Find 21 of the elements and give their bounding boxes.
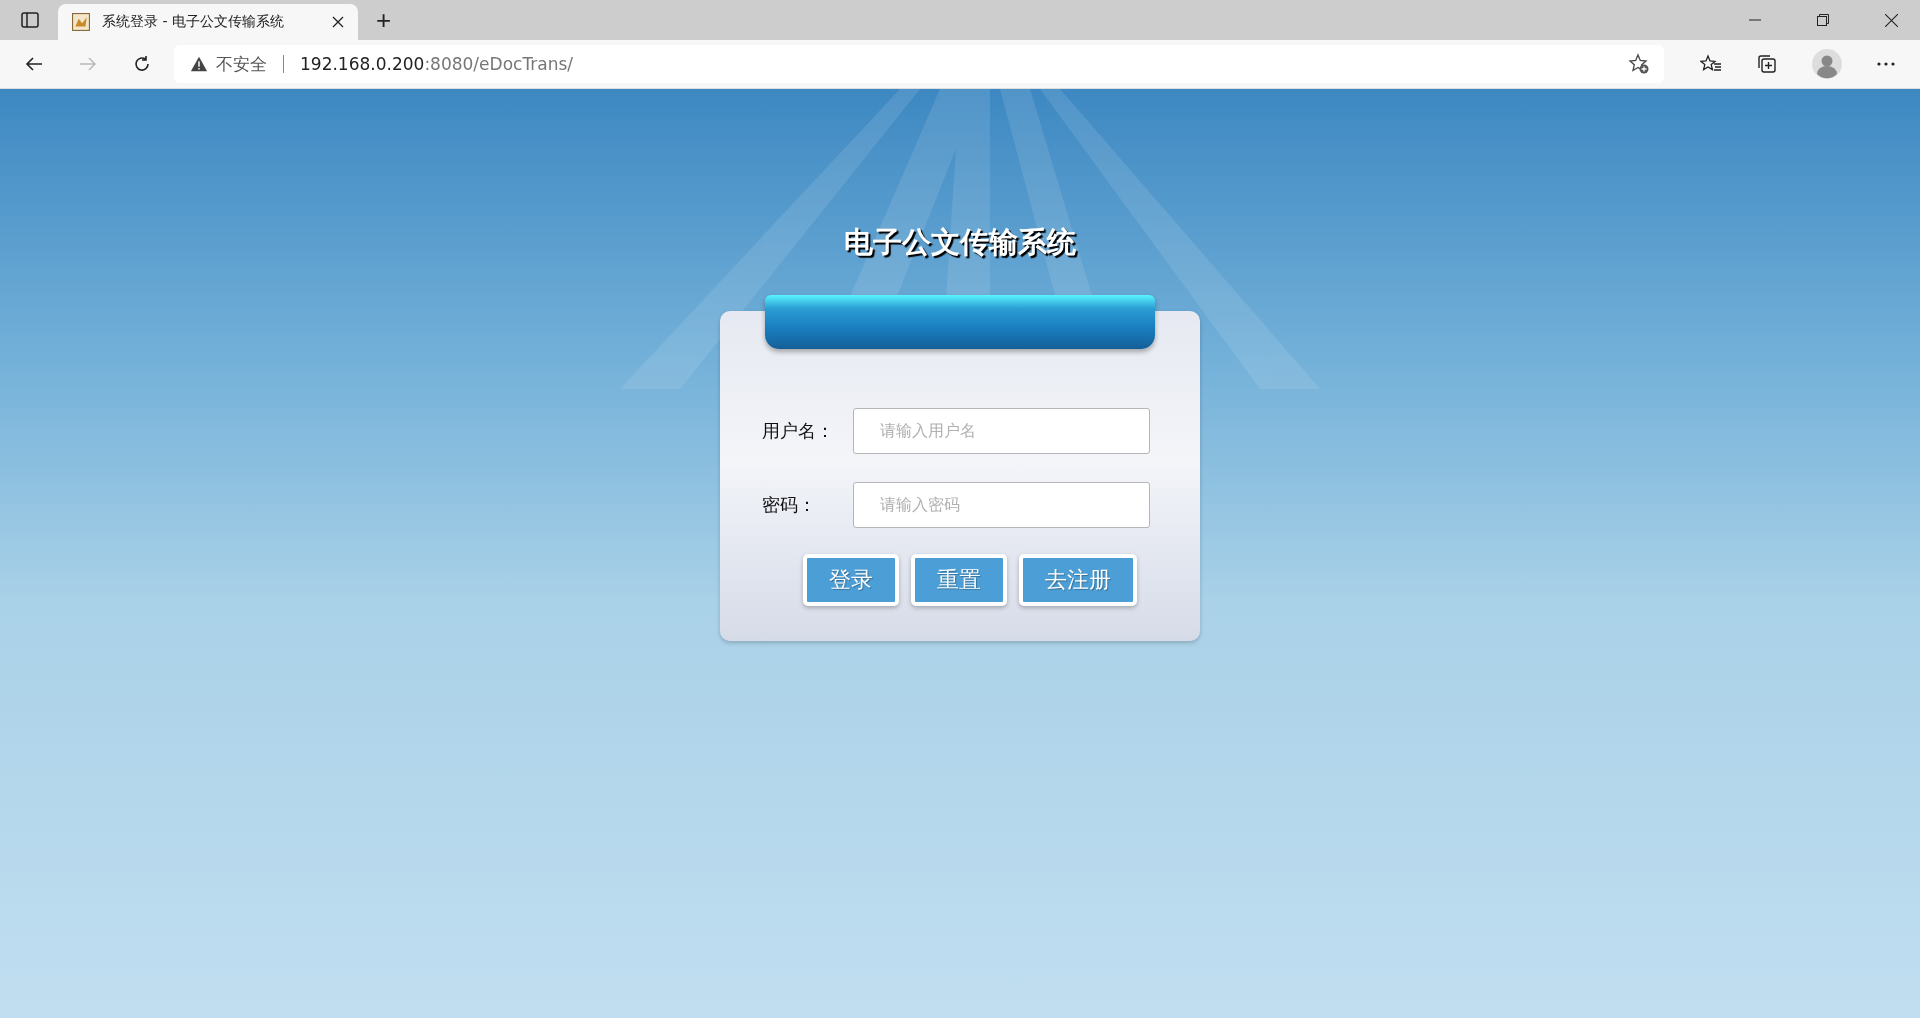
restore-icon[interactable] — [1817, 14, 1829, 26]
browser-tab[interactable]: 系统登录 - 电子公文传输系统 — [58, 4, 358, 40]
refresh-icon[interactable] — [132, 54, 152, 74]
field-label: 密码： — [762, 493, 817, 517]
address-field[interactable]: 不安全 192.168.0.200:8080/eDocTrans/ — [174, 45, 1664, 83]
input-field[interactable]: 请输入用户名 — [853, 408, 1150, 454]
collections-icon[interactable] — [1756, 53, 1778, 75]
input-field[interactable]: 请输入密码 — [853, 482, 1150, 528]
warning-icon — [190, 55, 208, 73]
close-icon[interactable] — [332, 16, 344, 28]
url-text: 192.168.0.200:8080/eDocTrans/ — [300, 54, 574, 74]
star-plus-icon[interactable] — [1628, 53, 1650, 75]
close-icon[interactable] — [1885, 13, 1898, 27]
system-title: 电子公文传输系统 — [844, 224, 1076, 261]
tab-actions-icon[interactable] — [20, 10, 40, 30]
security-label: 不安全 — [216, 52, 267, 76]
field-label: 用户名： — [762, 419, 835, 443]
more-icon[interactable] — [1876, 61, 1896, 67]
tab-title: 系统登录 - 电子公文传输系统 — [102, 13, 285, 31]
new-tab-button[interactable]: + — [368, 7, 400, 33]
avatar-icon[interactable] — [1812, 49, 1842, 79]
